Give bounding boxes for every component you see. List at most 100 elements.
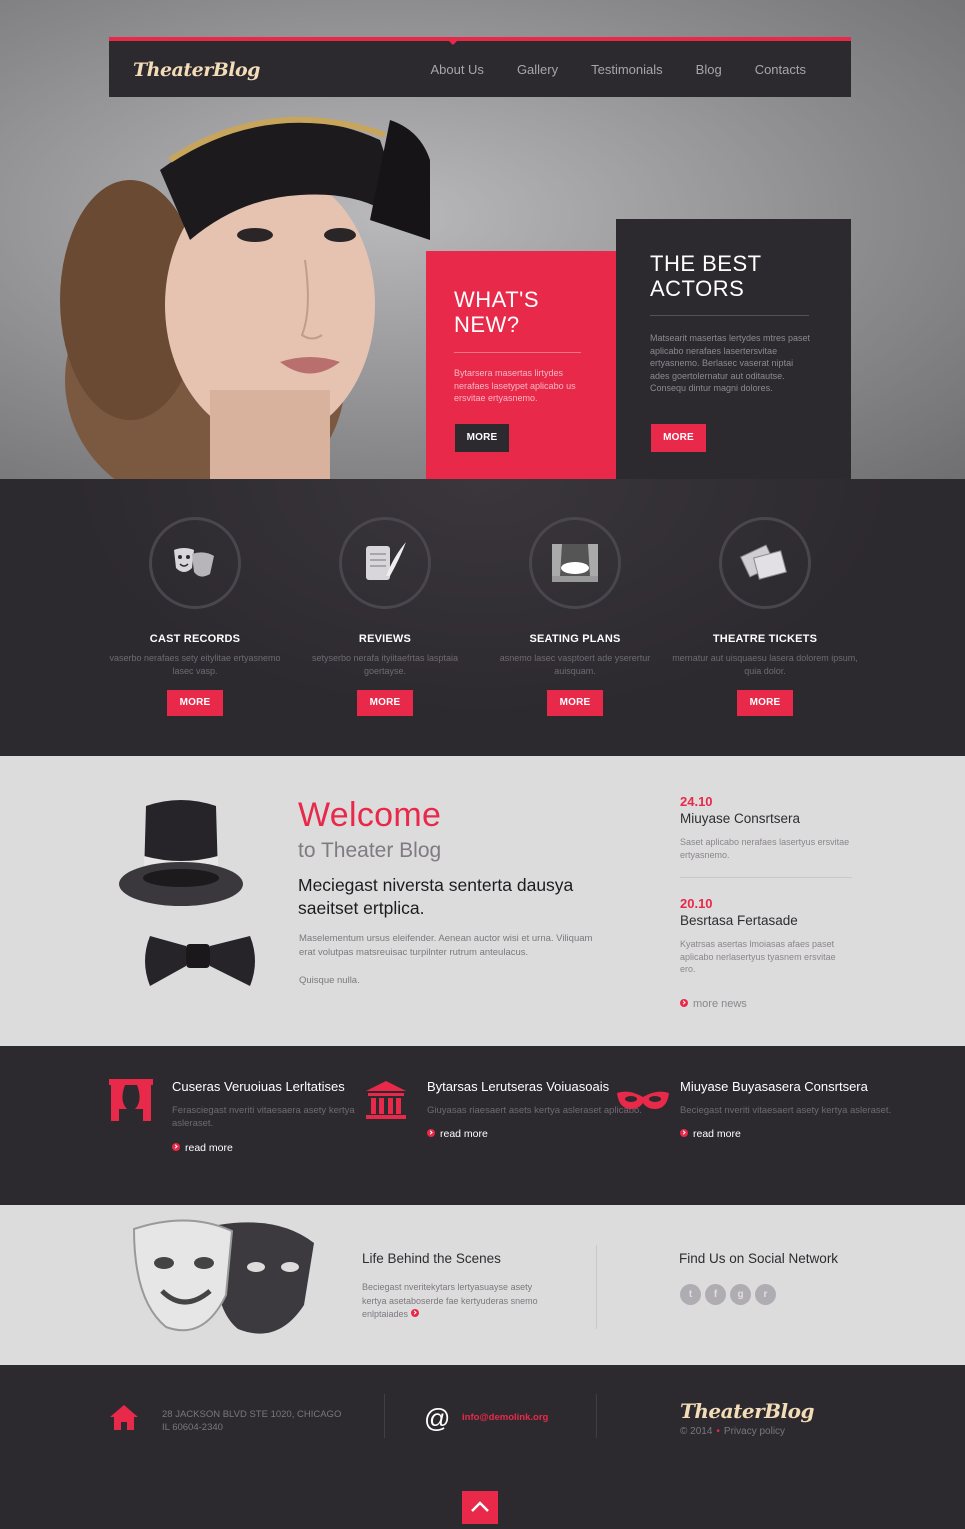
read-more-label: read more [440, 1128, 488, 1140]
news-text: Kyatrsas asertas lmoiasas afaes paset ap… [680, 939, 836, 974]
footer-email-link[interactable]: info@demolink.org [462, 1412, 548, 1423]
service-reviews: REVIEWS setyserbo nerafa ityiitaefrtas l… [290, 517, 480, 716]
nav-gallery[interactable]: Gallery [517, 62, 558, 77]
life-text: Beciegast nveritekytars lertyasuayse ase… [362, 1281, 547, 1322]
welcome-lead: Meciegast niversta senterta dausya saeit… [298, 875, 574, 918]
whats-new-title: WHAT'S NEW? [454, 287, 540, 337]
footer-address: 28 JACKSON BLVD STE 1020, CHICAGO IL 606… [162, 1408, 341, 1434]
features-section: Cuseras Veruoiuas Lerltatises Ferasciega… [0, 1046, 965, 1205]
read-more-label: read more [185, 1141, 233, 1154]
service-title: SEATING PLANS [529, 633, 621, 645]
service-text: mernatur aut uisquaesu lasera dolorem ip… [672, 653, 858, 676]
stage-icon[interactable] [529, 517, 621, 609]
welcome-paragraph: Maselementum ursus eleifender. Aenean au… [299, 933, 593, 958]
feature-title: Miuyase Buyasasera Consrtsera [680, 1079, 868, 1094]
best-actors-more-button[interactable]: MORE [651, 424, 706, 452]
service-more-button[interactable]: MORE [167, 690, 223, 716]
nav-menu: About Us Gallery Testimonials Blog Conta… [430, 62, 806, 77]
divider [680, 877, 852, 878]
more-news-label: more news [693, 998, 747, 1010]
home-icon [110, 1405, 138, 1430]
theater-building-icon [366, 1081, 406, 1119]
service-more-button[interactable]: MORE [737, 690, 793, 716]
welcome-paragraph: Quisque nulla. [299, 975, 360, 986]
rss-icon[interactable]: r [755, 1284, 776, 1305]
service-title: REVIEWS [358, 633, 412, 645]
feature-item: Bytarsas Lerutseras Voiuasoais Giuyasas … [366, 1079, 647, 1140]
service-more-button[interactable]: MORE [547, 690, 603, 716]
privacy-policy-link[interactable]: Privacy policy [724, 1426, 785, 1437]
scroll-to-top-button[interactable] [462, 1491, 498, 1524]
social-title: Find Us on Social Network [679, 1251, 839, 1266]
welcome-section: Welcome to Theater Blog Meciegast nivers… [0, 756, 965, 1046]
footer: 28 JACKSON BLVD STE 1020, CHICAGO IL 606… [0, 1365, 965, 1524]
read-more-label: read more [693, 1128, 741, 1140]
news-date: 24.10 [680, 794, 713, 809]
arrow-right-icon [427, 1129, 435, 1137]
feature-item: Miuyase Buyasasera Consrtsera Beciegast … [617, 1079, 900, 1140]
feature-text: Ferasciegast nveriti vitaesaera asety ke… [172, 1104, 355, 1130]
tickets-icon[interactable] [719, 517, 811, 609]
feature-item: Cuseras Veruoiuas Lerltatises Ferasciega… [109, 1079, 392, 1154]
whats-new-text: Bytarsera masertas lirtydes nerafaes las… [454, 368, 576, 403]
divider [384, 1394, 385, 1438]
service-theatre-tickets: THEATRE TICKETS mernatur aut uisquaesu l… [670, 517, 860, 716]
divider [596, 1245, 597, 1329]
arrow-right-icon [680, 1129, 688, 1137]
copyright: © 2014 • Privacy policy [680, 1426, 785, 1437]
service-text: setyserbo nerafa ityiitaefrtas lasptaia … [311, 653, 459, 676]
chevron-up-icon [471, 1501, 489, 1512]
nav-testimonials[interactable]: Testimonials [591, 62, 663, 77]
feature-text: Giuyasas riaesaert asets kertya aslerase… [427, 1104, 642, 1116]
best-actors-text: Matsearit masertas lertydes mtres paset … [650, 333, 811, 393]
address-line: 28 JACKSON BLVD STE 1020, CHICAGO [162, 1409, 342, 1420]
hero-photo [60, 116, 430, 479]
service-seating-plans: SEATING PLANS asnemo lasec vasptoert ade… [480, 517, 670, 716]
divider [454, 352, 581, 353]
life-text-body: Beciegast nveritekytars lertyasuayse ase… [362, 1282, 538, 1319]
news-text: Saset aplicabo nerafaes lasertyus ersvit… [680, 837, 850, 860]
bullet-separator: • [716, 1426, 720, 1437]
nav-about-us[interactable]: About Us [430, 62, 483, 77]
news-title[interactable]: Miuyase Consrtsera [680, 811, 852, 826]
best-actors-title: THE BEST ACTORS [650, 251, 762, 301]
life-section: Life Behind the Scenes Beciegast nverite… [0, 1205, 965, 1365]
nav-blog[interactable]: Blog [696, 62, 722, 77]
news-item[interactable]: 24.10 Miuyase Consrtsera Saset aplicabo … [680, 794, 852, 861]
services-section: CAST RECORDS vaserbo nerafaes sety eityl… [0, 479, 965, 756]
nav-caret [448, 40, 458, 45]
nav-contacts[interactable]: Contacts [755, 62, 806, 77]
arrow-right-icon [172, 1142, 180, 1151]
site-logo[interactable]: TheaterBlog [133, 59, 260, 81]
facebook-icon[interactable]: f [705, 1284, 726, 1305]
welcome-subtitle: to Theater Blog [298, 839, 442, 862]
more-news-link[interactable]: more news [680, 998, 747, 1010]
best-actors-box: THE BEST ACTORS Matsearit masertas lerty… [616, 219, 851, 479]
read-more-link[interactable]: read more [172, 1142, 392, 1154]
service-title: CAST RECORDS [149, 633, 241, 645]
welcome-title: Welcome [298, 796, 442, 834]
feature-title: Cuseras Veruoiuas Lerltatises [172, 1079, 345, 1094]
read-more-link[interactable]: read more [427, 1128, 647, 1140]
scroll-quill-icon[interactable] [339, 517, 431, 609]
mask-icon [617, 1091, 669, 1109]
theater-masks-icon[interactable] [149, 517, 241, 609]
service-title: THEATRE TICKETS [712, 633, 818, 645]
news-title[interactable]: Besrtasa Fertasade [680, 913, 852, 928]
whats-new-more-button[interactable]: MORE [455, 424, 509, 452]
curtain-icon [109, 1079, 153, 1121]
news-date: 20.10 [680, 896, 713, 911]
divider [650, 315, 809, 316]
life-title: Life Behind the Scenes [362, 1251, 501, 1266]
service-more-button[interactable]: MORE [357, 690, 413, 716]
arrow-right-icon [680, 999, 688, 1007]
service-text: asnemo lasec vasptoert ade yserertur aui… [499, 653, 651, 676]
news-item[interactable]: 20.10 Besrtasa Fertasade Kyatrsas aserta… [680, 896, 852, 976]
google-plus-icon[interactable]: g [730, 1284, 751, 1305]
service-cast-records: CAST RECORDS vaserbo nerafaes sety eityl… [100, 517, 290, 716]
footer-logo[interactable]: TheaterBlog [680, 1399, 814, 1423]
arrow-right-icon[interactable] [410, 1309, 419, 1317]
twitter-icon[interactable]: t [680, 1284, 701, 1305]
read-more-link[interactable]: read more [680, 1128, 900, 1140]
whats-new-box: WHAT'S NEW? Bytarsera masertas lirtydes … [426, 251, 616, 479]
